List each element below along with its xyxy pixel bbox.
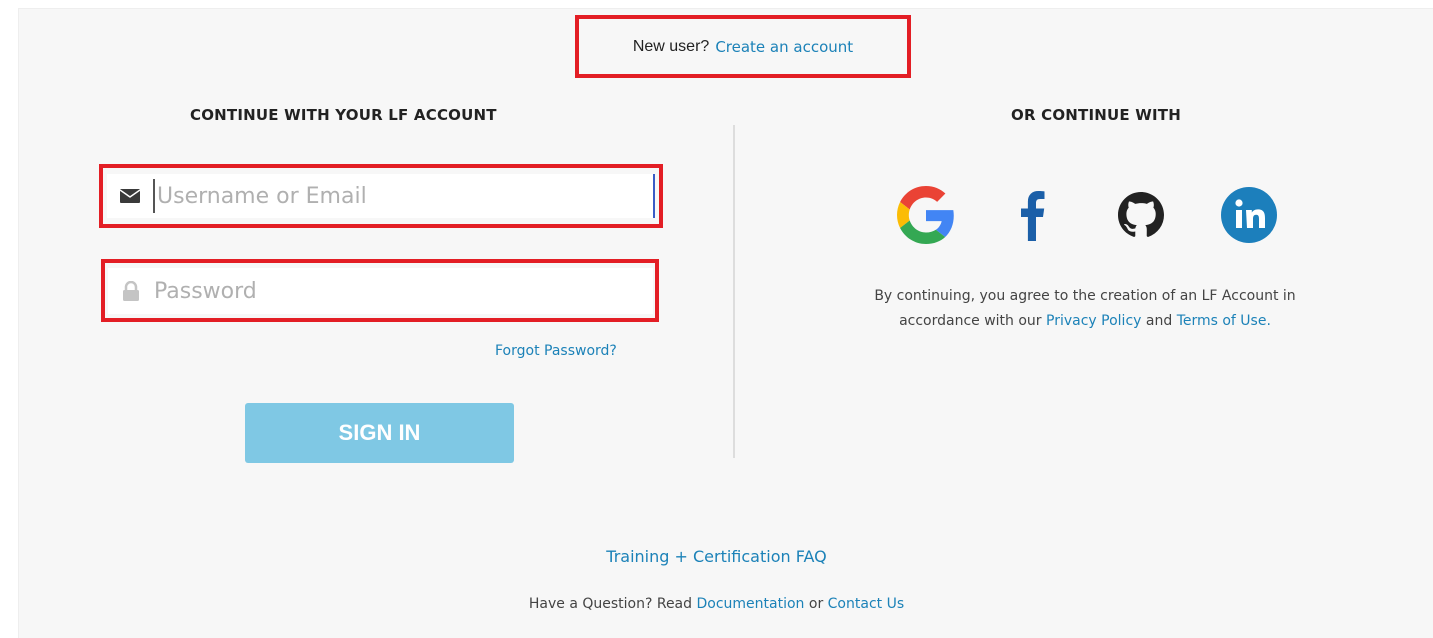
consent-and-text: and bbox=[1145, 313, 1173, 329]
column-divider bbox=[733, 125, 735, 458]
sign-in-button[interactable]: SIGN IN bbox=[245, 403, 514, 463]
consent-text: By continuing, you agree to the creation… bbox=[790, 284, 1380, 334]
or-text: or bbox=[808, 596, 824, 612]
linkedin-icon[interactable] bbox=[1219, 185, 1279, 245]
consent-accordance-text: accordance with our bbox=[899, 313, 1042, 329]
question-text: Have a Question? Read bbox=[528, 596, 693, 612]
faq-row: Training + Certification FAQ bbox=[0, 547, 1433, 566]
highlight-box-username bbox=[99, 164, 663, 228]
highlight-box-create-account bbox=[575, 15, 911, 78]
consent-line-1: By continuing, you agree to the creation… bbox=[874, 288, 1296, 304]
highlight-box-password bbox=[101, 259, 659, 322]
facebook-icon[interactable] bbox=[1002, 185, 1062, 245]
privacy-policy-link[interactable]: Privacy Policy bbox=[1046, 313, 1141, 329]
forgot-password-link[interactable]: Forgot Password? bbox=[495, 343, 617, 359]
consent-line-2: accordance with our Privacy Policy and T… bbox=[790, 309, 1380, 334]
or-continue-heading: OR CONTINUE WITH bbox=[1011, 106, 1181, 124]
terms-of-use-link[interactable]: Terms of Use. bbox=[1177, 313, 1271, 329]
documentation-link[interactable]: Documentation bbox=[696, 596, 804, 612]
google-icon[interactable] bbox=[896, 185, 956, 245]
contact-us-link[interactable]: Contact Us bbox=[828, 596, 904, 612]
github-icon[interactable] bbox=[1111, 185, 1171, 245]
lf-account-heading: CONTINUE WITH YOUR LF ACCOUNT bbox=[190, 106, 497, 124]
footer-help-row: Have a Question? Read Documentation or C… bbox=[0, 596, 1433, 612]
faq-link[interactable]: Training + Certification FAQ bbox=[606, 547, 826, 566]
